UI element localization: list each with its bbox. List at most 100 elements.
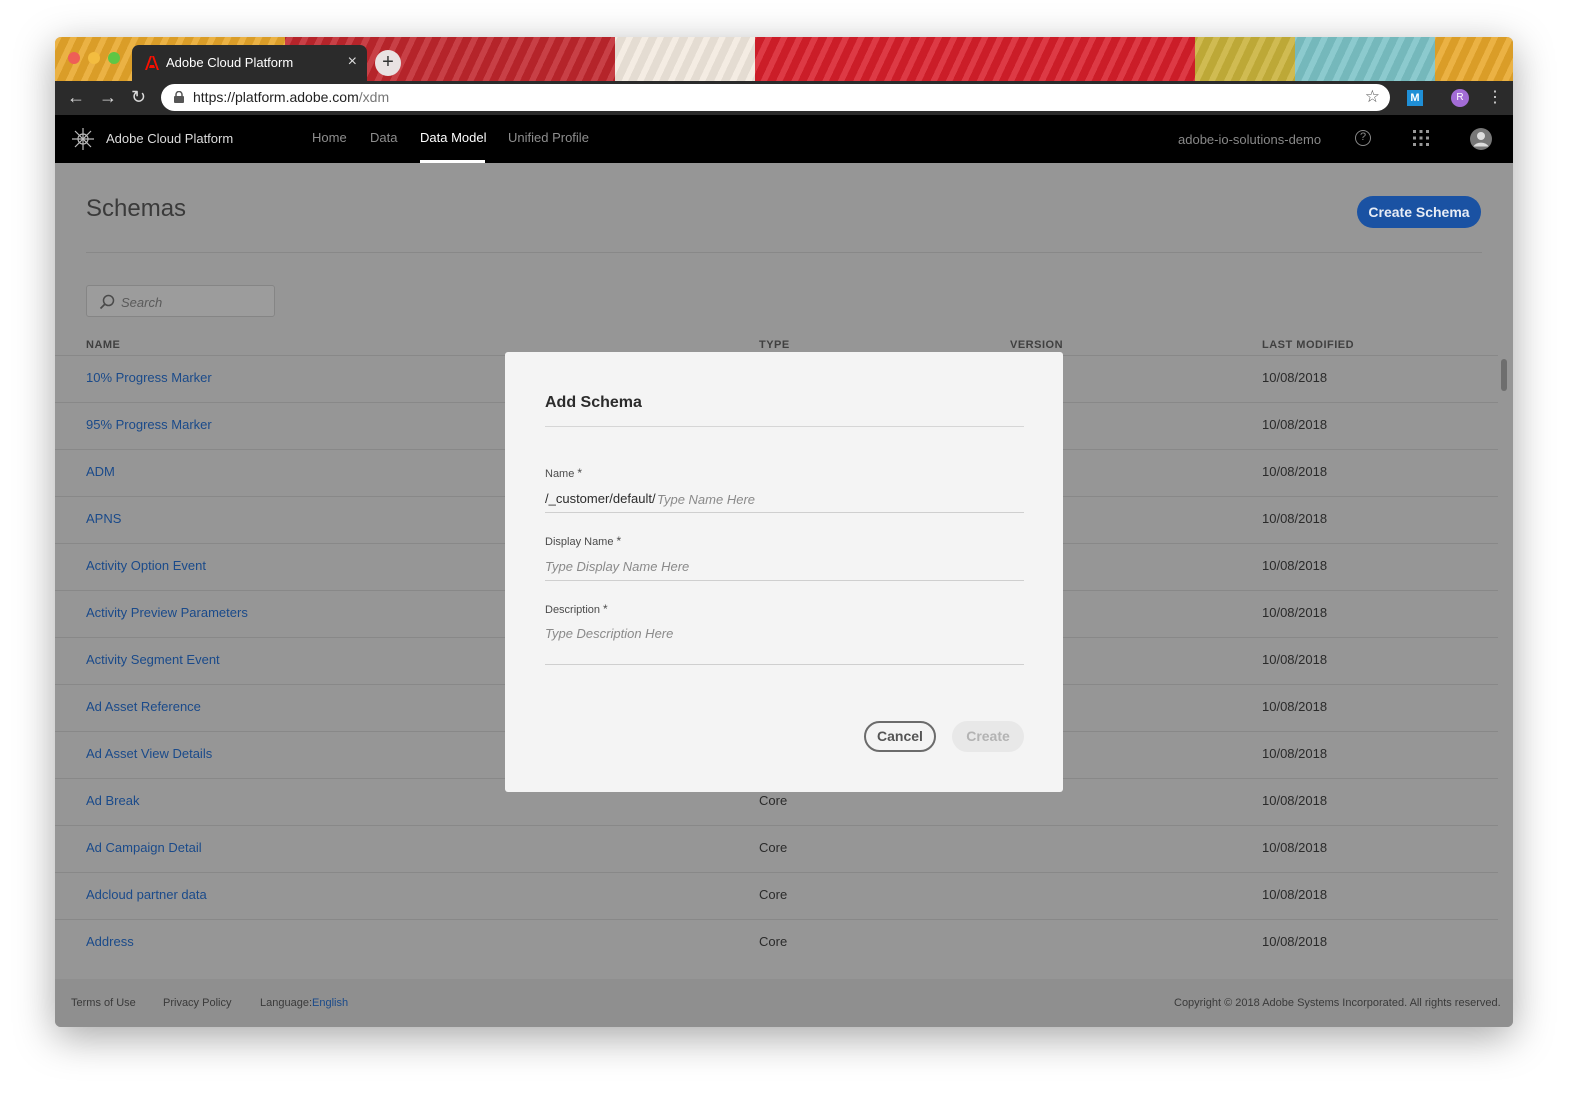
back-arrow-icon[interactable]: ← xyxy=(67,87,85,108)
close-window-button[interactable] xyxy=(68,52,80,64)
schema-last-modified: 10/08/2018 xyxy=(1262,511,1328,526)
url-path: /xdm xyxy=(358,89,390,105)
schema-last-modified: 10/08/2018 xyxy=(1262,934,1328,949)
copyright-text: Copyright © 2018 Adobe Systems Incorpora… xyxy=(1174,997,1501,1009)
column-header-name[interactable]: NAME xyxy=(86,339,120,351)
dialog-divider xyxy=(545,426,1024,427)
schema-last-modified: 10/08/2018 xyxy=(1262,558,1328,573)
browser-toolbar: ← → ↻ https://platform.adobe.com/xdm ☆ M… xyxy=(55,81,1513,115)
description-input[interactable] xyxy=(545,623,1015,643)
nav-data-model[interactable]: Data Model xyxy=(420,130,486,145)
schema-name-link[interactable]: Ad Break xyxy=(86,793,139,808)
app-brand-name: Adobe Cloud Platform xyxy=(106,131,234,146)
schema-last-modified: 10/08/2018 xyxy=(1262,652,1328,667)
required-asterisk-icon: * xyxy=(616,534,622,548)
tab-strip: Adobe Cloud Platform × + xyxy=(55,37,1513,81)
schema-name-input[interactable] xyxy=(657,489,1017,509)
schema-name-link[interactable]: Ad Asset Reference xyxy=(86,699,201,714)
language-selector[interactable]: English xyxy=(312,997,348,1009)
schema-name-link[interactable]: Ad Asset View Details xyxy=(86,746,212,761)
display-name-label-text: Display Name xyxy=(545,536,614,548)
table-scrollbar[interactable] xyxy=(1501,359,1507,391)
url-host: https://platform.adobe.com xyxy=(193,89,359,105)
schema-name-link[interactable]: ADM xyxy=(86,464,115,479)
table-row: Address Core 10/08/2018 xyxy=(55,919,1498,966)
schema-last-modified: 10/08/2018 xyxy=(1262,464,1328,479)
search-box[interactable] xyxy=(86,285,275,317)
reload-icon[interactable]: ↻ xyxy=(131,87,146,108)
display-name-input[interactable] xyxy=(545,556,1015,576)
name-label-text: Name xyxy=(545,468,575,480)
address-bar[interactable]: https://platform.adobe.com/xdm ☆ xyxy=(161,84,1390,111)
column-header-last-modified[interactable]: LAST MODIFIED xyxy=(1262,339,1354,351)
description-field-label: Description * xyxy=(545,602,608,616)
org-switcher[interactable]: adobe-io-solutions-demo xyxy=(1178,132,1321,147)
schema-name-link[interactable]: Adcloud partner data xyxy=(86,887,207,902)
schema-last-modified: 10/08/2018 xyxy=(1262,887,1328,902)
name-prefix: /_customer/default/ xyxy=(545,491,656,506)
nav-unified-profile[interactable]: Unified Profile xyxy=(508,130,589,145)
url-text: https://platform.adobe.com/xdm xyxy=(193,89,389,105)
description-field-underline xyxy=(545,664,1024,665)
schema-last-modified: 10/08/2018 xyxy=(1262,370,1328,385)
search-input[interactable] xyxy=(121,292,266,312)
schema-last-modified: 10/08/2018 xyxy=(1262,417,1328,432)
browser-window: Adobe Cloud Platform × + ← → ↻ https://p… xyxy=(55,37,1513,1027)
name-field-label: Name * xyxy=(545,466,582,480)
schema-type: Core xyxy=(759,840,788,855)
dialog-title: Add Schema xyxy=(545,394,642,411)
name-field-underline xyxy=(545,512,1024,513)
description-label-text: Description xyxy=(545,604,601,616)
new-tab-button[interactable]: + xyxy=(375,50,401,76)
adobe-cloud-platform-logo-icon xyxy=(72,128,94,150)
column-header-type[interactable]: TYPE xyxy=(759,339,790,351)
app-header: Adobe Cloud Platform Home Data Data Mode… xyxy=(55,115,1513,163)
app-switcher-grid-icon[interactable] xyxy=(1413,130,1429,146)
browser-tab[interactable]: Adobe Cloud Platform × xyxy=(132,45,367,81)
schema-name-link[interactable]: 95% Progress Marker xyxy=(86,417,212,432)
schema-last-modified: 10/08/2018 xyxy=(1262,840,1328,855)
schema-name-link[interactable]: APNS xyxy=(86,511,121,526)
required-asterisk-icon: * xyxy=(603,602,608,616)
nav-home[interactable]: Home xyxy=(312,130,347,145)
help-icon[interactable]: ? xyxy=(1355,130,1371,146)
schema-name-link[interactable]: Address xyxy=(86,934,134,949)
schema-last-modified: 10/08/2018 xyxy=(1262,699,1328,714)
table-row: Ad Campaign Detail Core 10/08/2018 xyxy=(55,825,1498,872)
divider xyxy=(86,252,1482,253)
privacy-policy-link[interactable]: Privacy Policy xyxy=(163,997,231,1009)
display-name-field-label: Display Name * xyxy=(545,534,621,548)
schema-type: Core xyxy=(759,793,788,808)
schema-name-link[interactable]: Activity Preview Parameters xyxy=(86,605,248,620)
create-button[interactable]: Create xyxy=(952,721,1024,752)
schema-name-link[interactable]: Activity Option Event xyxy=(86,558,206,573)
page-title: Schemas xyxy=(86,195,187,222)
user-avatar-icon[interactable] xyxy=(1469,127,1493,151)
adobe-logo-icon xyxy=(145,56,159,70)
maximize-window-button[interactable] xyxy=(108,52,120,64)
column-header-version[interactable]: VERSION xyxy=(1010,339,1063,351)
minimize-window-button[interactable] xyxy=(88,52,100,64)
profile-avatar-icon[interactable]: R xyxy=(1451,89,1469,107)
schema-name-link[interactable]: Ad Campaign Detail xyxy=(86,840,202,855)
schema-type: Core xyxy=(759,887,788,902)
search-icon xyxy=(99,294,115,310)
display-name-field-underline xyxy=(545,580,1024,581)
schema-last-modified: 10/08/2018 xyxy=(1262,793,1328,808)
create-schema-button[interactable]: Create Schema xyxy=(1357,196,1481,228)
required-asterisk-icon: * xyxy=(577,466,583,480)
tab-close-icon[interactable]: × xyxy=(348,53,357,71)
page-footer: Terms of Use Privacy Policy Language: En… xyxy=(55,979,1513,1027)
language-label: Language: xyxy=(260,997,312,1009)
add-schema-dialog: Add Schema Name* /_customer/default/ Dis… xyxy=(505,352,1063,792)
bookmark-star-icon[interactable]: ☆ xyxy=(1365,87,1380,107)
terms-of-use-link[interactable]: Terms of Use xyxy=(71,997,136,1009)
extension-m-icon[interactable]: M xyxy=(1407,90,1423,106)
browser-menu-icon[interactable]: ⋮ xyxy=(1487,87,1503,107)
forward-arrow-icon[interactable]: → xyxy=(99,87,117,108)
tab-title: Adobe Cloud Platform xyxy=(166,55,294,70)
nav-data[interactable]: Data xyxy=(370,130,397,145)
schema-name-link[interactable]: Activity Segment Event xyxy=(86,652,220,667)
schema-name-link[interactable]: 10% Progress Marker xyxy=(86,370,212,385)
cancel-button[interactable]: Cancel xyxy=(864,721,936,752)
